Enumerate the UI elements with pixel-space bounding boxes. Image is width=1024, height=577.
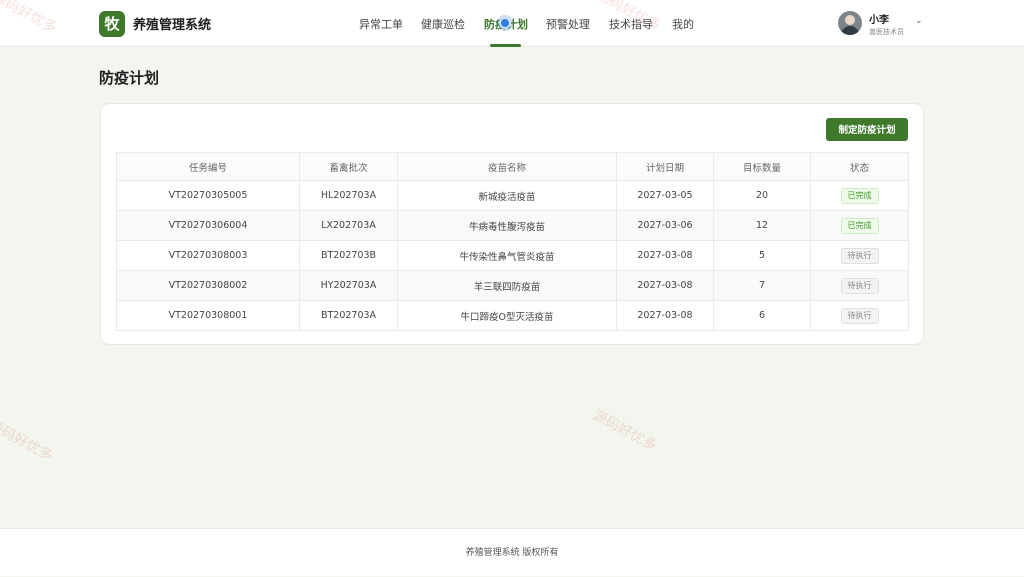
table-row[interactable]: VT20270305005 HL202703A 新城疫活疫苗 2027-03-0… — [116, 180, 909, 211]
nav-item-mine[interactable]: 我的 — [672, 16, 694, 32]
user-menu[interactable]: 小李 兽医技术员 ⌄ — [838, 11, 928, 39]
table-row[interactable]: VT20270308002 HY202703A 羊三联四防疫苗 2027-03-… — [116, 270, 909, 301]
status-badge: 待执行 — [840, 307, 879, 324]
create-vaccination-plan-button[interactable]: 制定防疫计划 — [826, 118, 908, 141]
cell-task-id: VT20270308002 — [116, 270, 300, 301]
cell-task-id: VT20270308003 — [116, 240, 300, 271]
table-header-row: 任务编号 畜禽批次 疫苗名称 计划日期 目标数量 状态 — [116, 152, 909, 181]
watermark: 源码好优多 — [0, 417, 56, 465]
watermark: 源码好优多 — [589, 407, 660, 455]
cell-batch: BT202703A — [299, 300, 398, 331]
cell-vaccine: 牛病毒性腹泻疫苗 — [397, 210, 617, 241]
top-header: 牧 养殖管理系统 异常工单 健康巡检 防疫计划 预警处理 技术指导 我的 小李 … — [0, 0, 1024, 47]
cell-task-id: VT20270305005 — [116, 180, 300, 211]
cell-date: 2027-03-08 — [616, 300, 714, 331]
cell-date: 2027-03-05 — [616, 180, 714, 211]
nav-item-alert-handling[interactable]: 预警处理 — [546, 16, 590, 32]
cell-quantity: 7 — [713, 270, 811, 301]
cell-batch: HY202703A — [299, 270, 398, 301]
column-header-vaccine: 疫苗名称 — [397, 152, 617, 181]
table-row[interactable]: VT20270308003 BT202703B 牛传染性鼻气管炎疫苗 2027-… — [116, 240, 909, 271]
cell-quantity: 5 — [713, 240, 811, 271]
column-header-task-id: 任务编号 — [116, 152, 300, 181]
page-footer: 养殖管理系统 版权所有 — [0, 528, 1024, 576]
column-header-date: 计划日期 — [616, 152, 714, 181]
table-row[interactable]: VT20270308001 BT202703A 牛口蹄疫O型灭活疫苗 2027-… — [116, 300, 909, 331]
cell-status: 待执行 — [810, 240, 909, 271]
cell-vaccine: 新城疫活疫苗 — [397, 180, 617, 211]
column-header-status: 状态 — [810, 152, 909, 181]
vaccination-plan-table: 任务编号 畜禽批次 疫苗名称 计划日期 目标数量 状态 VT2027030500… — [116, 152, 909, 331]
active-tab-indicator — [490, 44, 521, 47]
avatar — [838, 11, 862, 35]
table-row[interactable]: VT20270306004 LX202703A 牛病毒性腹泻疫苗 2027-03… — [116, 210, 909, 241]
status-badge: 已完成 — [840, 217, 879, 234]
nav-item-exception-orders[interactable]: 异常工单 — [359, 16, 403, 32]
user-name: 小李 — [869, 15, 889, 26]
column-header-batch: 畜禽批次 — [299, 152, 398, 181]
cursor-indicator-icon — [499, 17, 511, 29]
column-header-quantity: 目标数量 — [713, 152, 811, 181]
cell-date: 2027-03-08 — [616, 270, 714, 301]
cell-date: 2027-03-08 — [616, 240, 714, 271]
cell-batch: BT202703B — [299, 240, 398, 271]
nav-item-tech-guidance[interactable]: 技术指导 — [609, 16, 653, 32]
status-badge: 待执行 — [840, 277, 879, 294]
cell-status: 待执行 — [810, 270, 909, 301]
status-badge: 待执行 — [840, 247, 879, 264]
cell-vaccine: 羊三联四防疫苗 — [397, 270, 617, 301]
cell-batch: LX202703A — [299, 210, 398, 241]
cell-status: 已完成 — [810, 210, 909, 241]
cell-vaccine: 牛口蹄疫O型灭活疫苗 — [397, 300, 617, 331]
cell-status: 已完成 — [810, 180, 909, 211]
page-title: 防疫计划 — [99, 69, 160, 87]
cell-status: 待执行 — [810, 300, 909, 331]
user-role: 兽医技术员 — [869, 28, 904, 36]
status-badge: 已完成 — [840, 187, 879, 204]
cell-date: 2027-03-06 — [616, 210, 714, 241]
cell-task-id: VT20270308001 — [116, 300, 300, 331]
cell-batch: HL202703A — [299, 180, 398, 211]
nav-item-health-inspection[interactable]: 健康巡检 — [421, 16, 465, 32]
cell-task-id: VT20270306004 — [116, 210, 300, 241]
cell-vaccine: 牛传染性鼻气管炎疫苗 — [397, 240, 617, 271]
cell-quantity: 6 — [713, 300, 811, 331]
cell-quantity: 12 — [713, 210, 811, 241]
chevron-down-icon[interactable]: ⌄ — [915, 16, 923, 26]
cell-quantity: 20 — [713, 180, 811, 211]
